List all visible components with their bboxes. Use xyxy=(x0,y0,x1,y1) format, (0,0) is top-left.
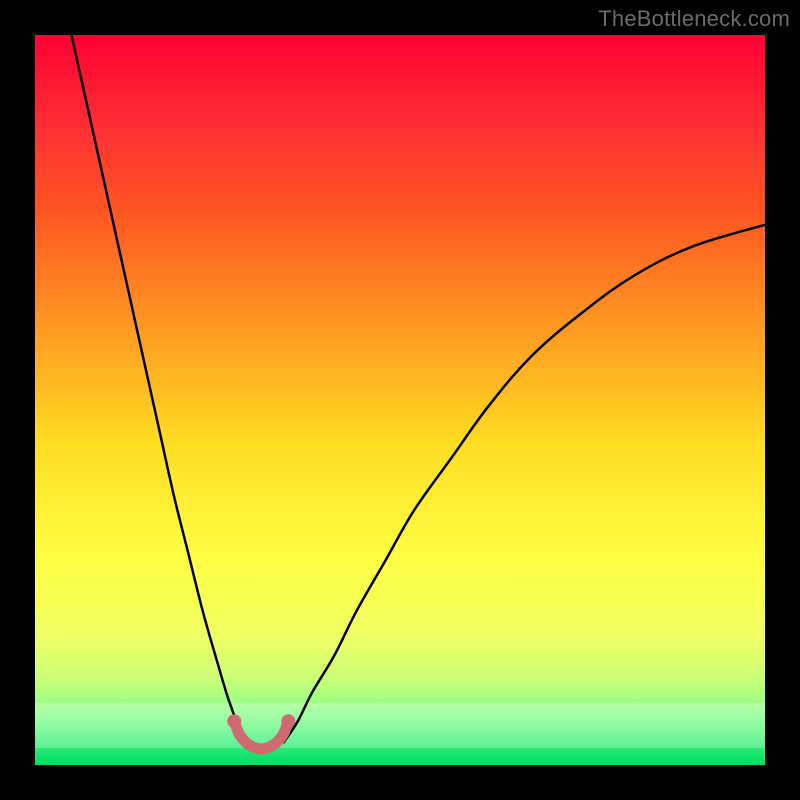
highlight-arc xyxy=(234,721,288,749)
legend-band xyxy=(35,703,765,748)
curve-group xyxy=(72,35,766,743)
highlight-dot xyxy=(281,714,295,728)
chart-stage: TheBottleneck.com xyxy=(0,0,800,800)
chart-svg xyxy=(35,35,765,765)
watermark-text: TheBottleneck.com xyxy=(598,6,790,32)
curve-left-arm xyxy=(72,35,247,743)
plot-area xyxy=(35,35,765,765)
highlight-dots xyxy=(227,714,295,728)
highlight-group xyxy=(227,714,295,749)
highlight-dot xyxy=(227,714,241,728)
curve-right-arm xyxy=(283,225,765,743)
